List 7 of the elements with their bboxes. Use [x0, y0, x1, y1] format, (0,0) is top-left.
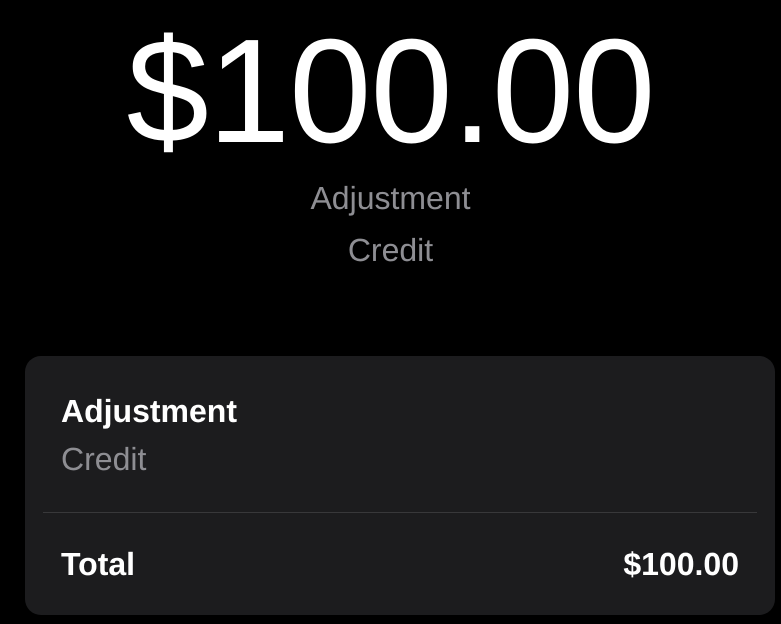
transaction-subtitle: Credit [348, 231, 434, 270]
total-value: $100.00 [623, 545, 739, 584]
transaction-title: Adjustment [310, 179, 471, 218]
item-title: Adjustment [61, 392, 237, 431]
amount: $100.00 [126, 12, 654, 172]
total-label: Total [61, 545, 136, 584]
item-subtitle: Credit [61, 440, 146, 479]
